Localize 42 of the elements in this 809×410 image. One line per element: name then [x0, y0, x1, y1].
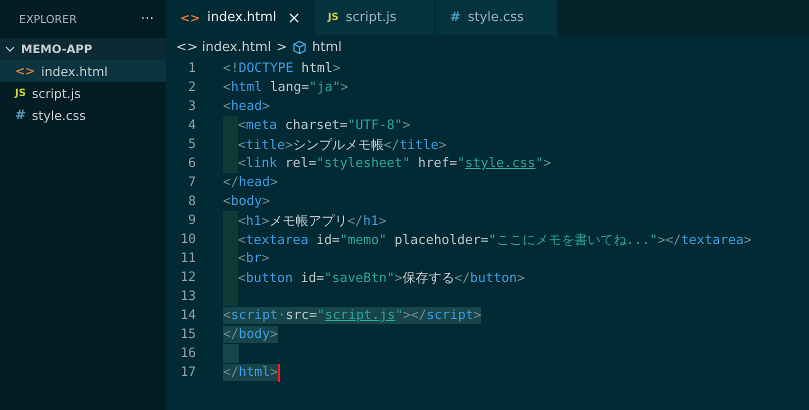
line-number: 10 — [179, 232, 196, 247]
line-number: 8 — [187, 194, 196, 209]
line-number: 13 — [179, 289, 196, 304]
line-number: 3 — [187, 99, 196, 114]
line-number: 17 — [179, 365, 196, 380]
file-item[interactable]: <> index.html — [0, 60, 166, 82]
line-number: 9 — [187, 213, 196, 228]
line-number: 14 — [179, 308, 196, 323]
code-line: <br> — [238, 250, 270, 267]
line-number: 15 — [179, 327, 196, 342]
line-number: 11 — [179, 251, 196, 266]
line-number: 2 — [187, 80, 196, 95]
editor-tab[interactable]: # style.css — [436, 0, 558, 35]
code-line: <textarea id="memo" placeholder="ここにメモを書いてね..."></textarea> — [238, 232, 752, 250]
more-actions-button[interactable]: ··· — [136, 11, 158, 27]
line-number: 12 — [179, 270, 196, 285]
code-line: <title>シンプルメモ帳</title> — [238, 136, 446, 154]
breadcrumb-separator: > — [276, 40, 288, 54]
file-item[interactable]: JS script.js — [0, 82, 166, 104]
breadcrumb-symbol[interactable]: html — [312, 40, 342, 54]
line-number: 6 — [187, 156, 196, 171]
code-line: <head> — [223, 98, 270, 115]
editor-tab[interactable]: JS script.js — [314, 0, 436, 35]
line-number: 7 — [187, 175, 196, 190]
code-line: <button id="saveBtn">保存する</button> — [238, 270, 525, 288]
folder-header[interactable]: MEMO-APP — [0, 38, 166, 60]
line-number: 5 — [187, 137, 196, 152]
breadcrumb-file[interactable]: <> index.html — [176, 40, 272, 54]
editor-tab[interactable]: <> index.html × — [166, 0, 314, 35]
explorer-title: EXPLORER — [19, 12, 77, 26]
code-line: <body> — [223, 193, 270, 210]
code-line: </head> — [223, 174, 278, 191]
code-line: <html lang="ja"> — [223, 79, 348, 96]
line-number: 16 — [179, 346, 196, 361]
code-line: <link rel="stylesheet" href="style.css"> — [238, 155, 552, 172]
code-line: <!DOCTYPE html> — [223, 60, 340, 77]
file-item[interactable]: # style.css — [0, 104, 166, 126]
line-number: 4 — [187, 118, 196, 133]
code-line: <meta charset="UTF-8"> — [238, 117, 410, 134]
code-line: <h1>メモ帳アプリ</h1> — [238, 212, 386, 230]
line-number: 1 — [187, 61, 196, 76]
cube-icon — [292, 40, 308, 54]
